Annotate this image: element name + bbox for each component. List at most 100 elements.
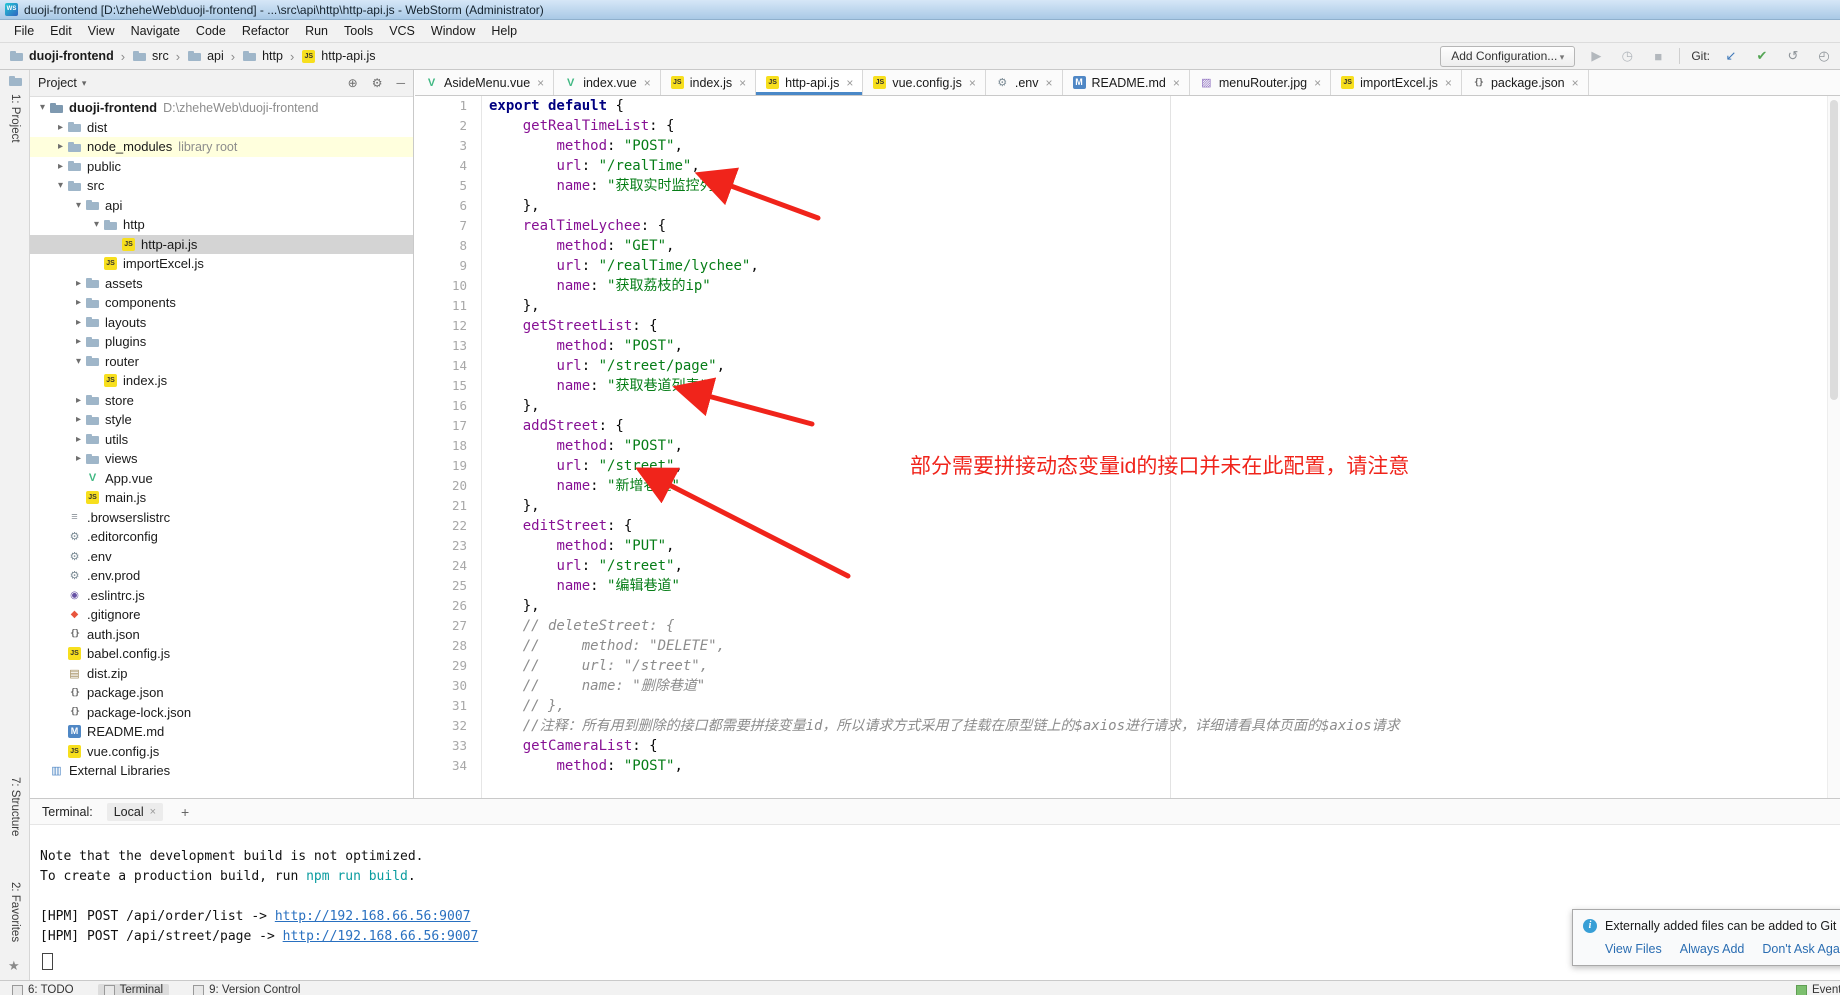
code-line[interactable]: 23 method: "PUT", — [415, 536, 1840, 556]
breadcrumb-item-src[interactable]: src — [129, 48, 172, 64]
tree-item-components[interactable]: ▸components — [30, 293, 413, 313]
tree-item-readme-md[interactable]: README.md — [30, 722, 413, 742]
code-line[interactable]: 7 realTimeLychee: { — [415, 216, 1840, 236]
menu-item-file[interactable]: File — [6, 22, 42, 40]
profiler-icon[interactable]: ◷ — [1617, 48, 1637, 64]
tree-item-importexcel-js[interactable]: importExcel.js — [30, 254, 413, 274]
stop-icon[interactable]: ■ — [1648, 49, 1668, 64]
tree-item-env-prod[interactable]: .env.prod — [30, 566, 413, 586]
close-icon[interactable]: × — [739, 76, 746, 90]
editor[interactable]: 1export default {2 getRealTimeList: {3 m… — [415, 96, 1840, 798]
statusbar-item-event-log[interactable]: Event Log — [1796, 984, 1840, 995]
menu-item-navigate[interactable]: Navigate — [123, 22, 188, 40]
code-line[interactable]: 12 getStreetList: { — [415, 316, 1840, 336]
terminal-tab-local[interactable]: Local × — [107, 803, 163, 821]
editor-tab-index-js[interactable]: index.js× — [661, 70, 756, 95]
menu-item-help[interactable]: Help — [483, 22, 525, 40]
tree-item-index-js[interactable]: index.js — [30, 371, 413, 391]
chevron-right-icon[interactable]: ▸ — [72, 453, 85, 464]
tree-item-http-api-js[interactable]: http-api.js — [30, 235, 413, 255]
terminal-link[interactable]: http://192.168.66.56:9007 — [275, 909, 471, 924]
editor-tab-readme-md[interactable]: README.md× — [1063, 70, 1190, 95]
code-line[interactable]: 9 url: "/realTime/lychee", — [415, 256, 1840, 276]
history-icon[interactable]: ↺ — [1783, 48, 1803, 64]
tree-item-style[interactable]: ▸style — [30, 410, 413, 430]
breadcrumb-item-api[interactable]: api — [184, 48, 227, 64]
tree-item-router[interactable]: ▾router — [30, 352, 413, 372]
tree-item-gitignore[interactable]: .gitignore — [30, 605, 413, 625]
tree-item-store[interactable]: ▸store — [30, 391, 413, 411]
code-line[interactable]: 32 //注释：所有用到删除的接口都需要拼接变量id，所以请求方式采用了挂载在原… — [415, 716, 1840, 736]
close-icon[interactable]: × — [1445, 76, 1452, 90]
tool-button-structure[interactable]: 7: Structure — [2, 777, 28, 836]
add-configuration-button[interactable]: Add Configuration... — [1440, 46, 1575, 67]
chevron-right-icon[interactable]: ▸ — [72, 395, 85, 406]
chevron-down-icon[interactable]: ▾ — [90, 219, 103, 230]
code-line[interactable]: 28 // method: "DELETE", — [415, 636, 1840, 656]
chevron-down-icon[interactable]: ▾ — [72, 356, 85, 367]
code-line[interactable]: 4 url: "/realTime", — [415, 156, 1840, 176]
tree-item-http[interactable]: ▾http — [30, 215, 413, 235]
tree-item-vue-config-js[interactable]: vue.config.js — [30, 742, 413, 762]
menu-item-vcs[interactable]: VCS — [381, 22, 423, 40]
code-line[interactable]: 26 }, — [415, 596, 1840, 616]
chevron-right-icon[interactable]: ▸ — [72, 336, 85, 347]
chevron-right-icon[interactable]: ▸ — [72, 317, 85, 328]
breadcrumb-item-http[interactable]: http — [239, 48, 286, 64]
tree-item-dist[interactable]: ▸dist — [30, 118, 413, 138]
code-line[interactable]: 17 addStreet: { — [415, 416, 1840, 436]
new-terminal-icon[interactable]: + — [177, 804, 193, 820]
hide-panel-icon[interactable]: ─ — [396, 76, 405, 90]
notification-action-always-add[interactable]: Always Add — [1680, 942, 1745, 956]
code-line[interactable]: 11 }, — [415, 296, 1840, 316]
code-line[interactable]: 21 }, — [415, 496, 1840, 516]
tree-item-views[interactable]: ▸views — [30, 449, 413, 469]
close-icon[interactable]: × — [1314, 76, 1321, 90]
code-line[interactable]: 10 name: "获取荔枝的ip" — [415, 276, 1840, 296]
chevron-right-icon[interactable]: ▸ — [72, 278, 85, 289]
project-panel-title[interactable]: Project ▾ — [38, 76, 86, 90]
tree-item-app-vue[interactable]: App.vue — [30, 469, 413, 489]
tree-item-auth-json[interactable]: auth.json — [30, 625, 413, 645]
tree-item-assets[interactable]: ▸assets — [30, 274, 413, 294]
menu-item-edit[interactable]: Edit — [42, 22, 80, 40]
tree-item-duoji-frontend[interactable]: ▾duoji-frontend D:\zheheWeb\duoji-fronte… — [30, 98, 413, 118]
menu-item-window[interactable]: Window — [423, 22, 483, 40]
editor-tab-asidemenu-vue[interactable]: AsideMenu.vue× — [415, 70, 554, 95]
close-icon[interactable]: × — [846, 76, 853, 90]
breadcrumb-item-http-api-js[interactable]: http-api.js — [298, 48, 378, 64]
close-icon[interactable]: × — [1045, 76, 1052, 90]
code-line[interactable]: 14 url: "/street/page", — [415, 356, 1840, 376]
code-line[interactable]: 13 method: "POST", — [415, 336, 1840, 356]
close-icon[interactable]: × — [644, 76, 651, 90]
editor-tab-vue-config-js[interactable]: vue.config.js× — [863, 70, 986, 95]
code-line[interactable]: 15 name: "获取巷道列表" — [415, 376, 1840, 396]
tree-item-eslintrc-js[interactable]: .eslintrc.js — [30, 586, 413, 606]
editor-tab-http-api-js[interactable]: http-api.js× — [756, 70, 863, 95]
code-line[interactable]: 2 getRealTimeList: { — [415, 116, 1840, 136]
git-update-icon[interactable]: ↙ — [1721, 48, 1741, 64]
editor-tab-package-json[interactable]: package.json× — [1462, 70, 1589, 95]
notification-action-view-files[interactable]: View Files — [1605, 942, 1662, 956]
tree-item-api[interactable]: ▾api — [30, 196, 413, 216]
clock-icon[interactable]: ◴ — [1814, 48, 1834, 64]
editor-tab-menurouter-jpg[interactable]: menuRouter.jpg× — [1190, 70, 1331, 95]
tree-item-env[interactable]: .env — [30, 547, 413, 567]
code-line[interactable]: 33 getCameraList: { — [415, 736, 1840, 756]
close-icon[interactable]: × — [537, 76, 544, 90]
editor-tab-env[interactable]: .env× — [986, 70, 1063, 95]
chevron-down-icon[interactable]: ▾ — [36, 102, 49, 113]
tree-item-utils[interactable]: ▸utils — [30, 430, 413, 450]
tool-button-project[interactable]: 1: Project — [2, 74, 28, 143]
close-icon[interactable]: × — [969, 76, 976, 90]
tree-item-main-js[interactable]: main.js — [30, 488, 413, 508]
tree-item-dist-zip[interactable]: dist.zip — [30, 664, 413, 684]
tree-item-package-lock-json[interactable]: package-lock.json — [30, 703, 413, 723]
close-icon[interactable]: × — [1572, 76, 1579, 90]
tool-button-favorites[interactable]: 2: Favorites — [2, 882, 28, 942]
code-line[interactable]: 6 }, — [415, 196, 1840, 216]
locate-file-icon[interactable]: ⊕ — [348, 76, 358, 90]
code-line[interactable]: 5 name: "获取实时监控列表" — [415, 176, 1840, 196]
chevron-right-icon[interactable]: ▸ — [54, 161, 67, 172]
statusbar-item-9-version-control[interactable]: 9: Version Control — [193, 984, 300, 995]
